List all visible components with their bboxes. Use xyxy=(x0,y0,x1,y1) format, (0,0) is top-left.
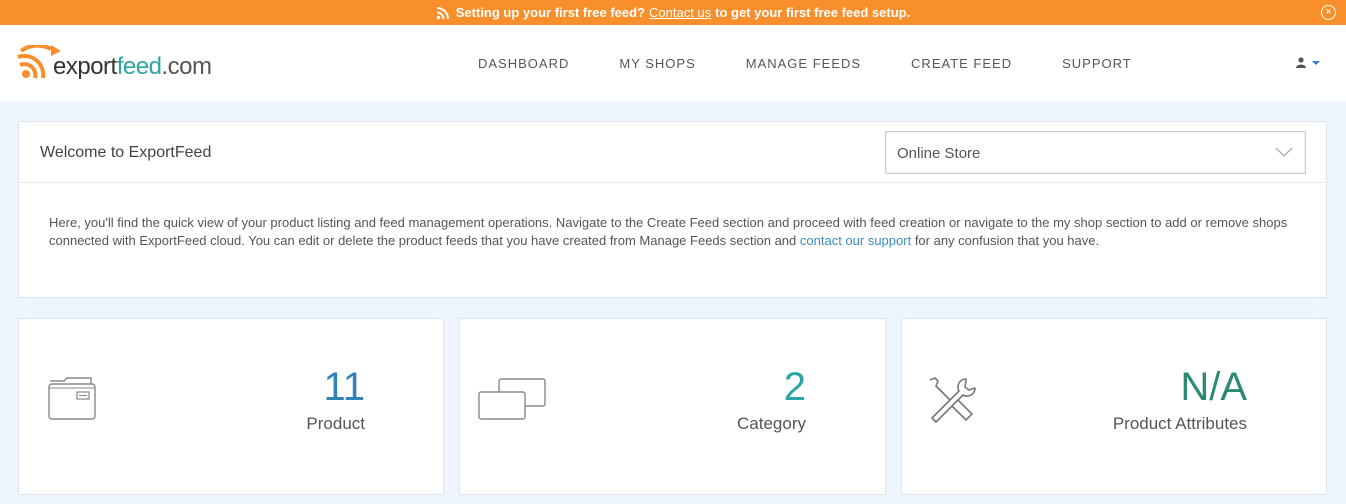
tools-icon xyxy=(929,377,976,423)
stat-card-product[interactable]: 11 Product xyxy=(18,318,444,495)
header: exportfeed.com DASHBOARD MY SHOPS MANAGE… xyxy=(0,25,1346,101)
store-select-value: Online Store xyxy=(897,145,981,162)
logo[interactable]: exportfeed.com xyxy=(17,45,237,85)
welcome-header: Welcome to ExportFeed Online Store xyxy=(19,122,1326,183)
welcome-title: Welcome to ExportFeed xyxy=(40,144,212,161)
contact-us-link[interactable]: Contact us xyxy=(649,5,711,20)
folder-icon xyxy=(48,377,96,420)
rss-icon xyxy=(436,6,449,19)
nav-support[interactable]: SUPPORT xyxy=(1062,56,1132,71)
nav-manage-feeds[interactable]: MANAGE FEEDS xyxy=(746,56,861,71)
promo-banner: Setting up your first free feed? Contact… xyxy=(0,0,1346,25)
welcome-description: Here, you'll find the quick view of your… xyxy=(49,215,1288,248)
stat-card-category[interactable]: 2 Category xyxy=(459,318,886,495)
nav-create-feed[interactable]: CREATE FEED xyxy=(911,56,1012,71)
stat-label: Product xyxy=(306,414,365,433)
close-icon[interactable]: × xyxy=(1321,5,1336,20)
store-select[interactable]: Online Store xyxy=(885,131,1306,174)
stat-value: 11 xyxy=(323,365,365,409)
stat-value: 2 xyxy=(783,365,806,409)
stat-label: Product Attributes xyxy=(1112,414,1247,433)
welcome-panel: Welcome to ExportFeed Online Store Here,… xyxy=(18,121,1327,298)
stat-label: Category xyxy=(737,414,806,433)
stat-value: N/A xyxy=(1180,365,1247,409)
user-icon xyxy=(1296,57,1306,68)
main-nav: DASHBOARD MY SHOPS MANAGE FEEDS CREATE F… xyxy=(478,56,1182,71)
nav-dashboard[interactable]: DASHBOARD xyxy=(478,56,569,71)
logo-wordmark: exportfeed.com xyxy=(53,53,212,80)
nav-my-shops[interactable]: MY SHOPS xyxy=(619,56,695,71)
chevron-down-icon xyxy=(1275,147,1293,157)
cards-icon xyxy=(478,378,546,420)
chevron-down-icon xyxy=(1312,60,1320,65)
banner-text-after: to get your first free feed setup. xyxy=(715,5,911,20)
contact-support-link[interactable]: contact our support xyxy=(800,233,911,248)
banner-text: Setting up your first free feed? xyxy=(455,5,646,20)
stat-card-attributes[interactable]: N/A Product Attributes xyxy=(901,318,1327,495)
user-menu[interactable] xyxy=(1296,57,1320,68)
